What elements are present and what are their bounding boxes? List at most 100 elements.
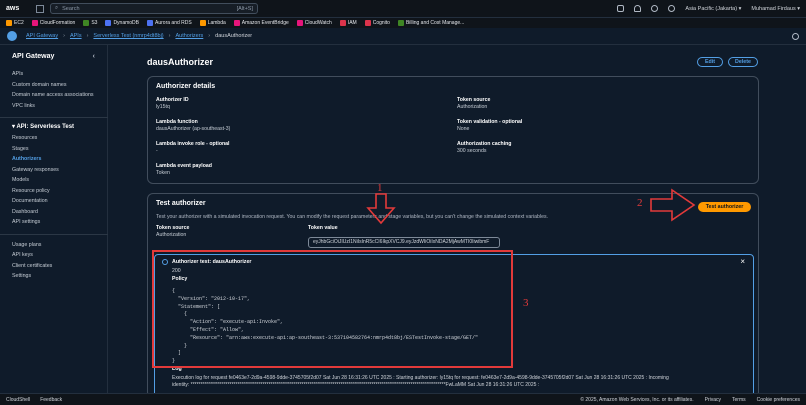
event-payload-label: Lambda event payload bbox=[156, 163, 212, 169]
service-icon bbox=[105, 20, 112, 26]
breadcrumb-api-gateway[interactable]: API Gateway bbox=[26, 33, 58, 39]
search-shortcut: [Alt+S] bbox=[236, 5, 253, 12]
cloudshell-icon[interactable] bbox=[617, 5, 625, 12]
delete-button[interactable]: Delete bbox=[728, 57, 758, 67]
favorite-item[interactable]: DynamoDB bbox=[105, 20, 139, 26]
help-icon[interactable] bbox=[651, 5, 659, 12]
sidebar-section-label: API: Serverless Test bbox=[16, 124, 75, 130]
service-icon bbox=[147, 20, 154, 26]
token-validation-label: Token validation - optional bbox=[457, 119, 523, 125]
annotation-number-2: 2 bbox=[637, 197, 643, 209]
settings-icon[interactable] bbox=[668, 5, 676, 12]
sidebar-item-vpc-links[interactable]: VPC links bbox=[12, 101, 95, 112]
service-icon bbox=[83, 20, 90, 26]
lambda-function-label: Lambda function bbox=[156, 119, 198, 125]
sidebar-item-resources[interactable]: Resources bbox=[12, 133, 95, 144]
sidebar-item-usage-plans[interactable]: Usage plans bbox=[12, 240, 95, 251]
breadcrumb-api[interactable]: Serverless Test (nmrp4dt8bj) bbox=[93, 33, 163, 39]
favorite-label: DynamoDB bbox=[113, 20, 140, 26]
sidebar-divider bbox=[0, 233, 108, 235]
sidebar-item-gateway-responses[interactable]: Gateway responses bbox=[12, 165, 95, 176]
caching-label: Authorization caching bbox=[457, 141, 512, 147]
region-selector[interactable]: Asia Pacific (Jakarta) ▾ bbox=[685, 6, 741, 12]
test-token-source-value: Authorization bbox=[156, 232, 187, 238]
services-menu-icon[interactable] bbox=[36, 4, 44, 13]
search-placeholder: Search bbox=[62, 5, 80, 12]
cloudshell-link[interactable]: CloudShell bbox=[6, 397, 30, 403]
favorite-item[interactable]: Amazon EventBridge bbox=[233, 20, 289, 26]
sidebar-section-title: ▾ API: Serverless Test bbox=[12, 124, 75, 130]
service-icon bbox=[364, 20, 371, 26]
privacy-link[interactable]: Privacy bbox=[705, 397, 721, 403]
sidebar-item-settings[interactable]: Settings bbox=[12, 271, 95, 282]
footer: CloudShell Feedback © 2025, Amazon Web S… bbox=[0, 393, 806, 405]
token-value-input[interactable]: eyJhbGciOiJIUzI1NiIsInR5cCI6IkpXVCJ9.eyJ… bbox=[308, 237, 500, 248]
invoke-role-value: - bbox=[156, 148, 158, 154]
breadcrumb-authorizers[interactable]: Authorizers bbox=[175, 33, 203, 39]
authorizer-id-value: ly15tq bbox=[156, 104, 170, 110]
sidebar-item-dashboard[interactable]: Dashboard bbox=[12, 207, 95, 218]
search-input[interactable]: ⌕ Search [Alt+S] bbox=[50, 3, 258, 14]
favorite-item[interactable]: EC2 bbox=[6, 20, 24, 26]
token-source-label: Token source bbox=[457, 97, 491, 103]
sidebar-item-client-certificates[interactable]: Client certificates bbox=[12, 261, 95, 272]
service-icon bbox=[31, 20, 38, 26]
annotation-arrow-down-icon bbox=[366, 193, 396, 225]
favorite-item[interactable]: Lambda bbox=[199, 20, 226, 26]
terms-link[interactable]: Terms bbox=[732, 397, 746, 403]
annotation-number-3: 3 bbox=[523, 297, 529, 309]
favorite-item[interactable]: IAM bbox=[339, 20, 357, 26]
collapse-sidebar-icon[interactable]: ‹ bbox=[93, 53, 95, 60]
sidebar-item-api-settings[interactable]: API settings bbox=[12, 217, 95, 228]
sidebar-item-domain-name-access-associations[interactable]: Domain name access associations bbox=[12, 90, 95, 101]
breadcrumb: API Gateway › APIs › Serverless Test (nm… bbox=[0, 28, 806, 45]
favorite-item[interactable]: Billing and Cost Manage... bbox=[397, 20, 465, 26]
close-icon[interactable]: × bbox=[740, 257, 745, 266]
aws-logo[interactable]: aws bbox=[6, 5, 36, 12]
sidebar-item-resource-policy[interactable]: Resource policy bbox=[12, 186, 95, 197]
favorite-label: Aurora and RDS bbox=[155, 20, 192, 26]
account-menu[interactable]: Muhamad Firdaus ▾ bbox=[751, 6, 800, 12]
favorite-item[interactable]: Aurora and RDS bbox=[147, 20, 192, 26]
service-icon bbox=[233, 20, 240, 26]
service-icon bbox=[397, 20, 404, 26]
token-value-label: Token value bbox=[308, 225, 338, 231]
favorite-label: Billing and Cost Manage... bbox=[405, 20, 465, 26]
cookie-preferences-link[interactable]: Cookie preferences bbox=[757, 397, 800, 403]
favorite-item[interactable]: Cognito bbox=[364, 20, 390, 26]
details-title: Authorizer details bbox=[156, 83, 216, 90]
favorite-label: Amazon EventBridge bbox=[241, 20, 289, 26]
service-icon bbox=[199, 20, 206, 26]
sidebar: API Gateway ‹ APIs Custom domain names Dom… bbox=[0, 45, 108, 393]
location-icon[interactable] bbox=[792, 32, 799, 40]
sidebar-item-stages[interactable]: Stages bbox=[12, 144, 95, 155]
event-payload-value: Token bbox=[156, 170, 170, 176]
sidebar-divider bbox=[0, 117, 108, 118]
notifications-icon[interactable] bbox=[634, 5, 642, 12]
favorite-label: S3 bbox=[91, 20, 98, 26]
feedback-link[interactable]: Feedback bbox=[40, 397, 62, 403]
test-authorizer-button[interactable]: Test authorizer bbox=[698, 202, 751, 212]
sidebar-item-documentation[interactable]: Documentation bbox=[12, 196, 95, 207]
favorite-label: CloudFormation bbox=[39, 20, 76, 26]
top-navigation-bar: aws ⌕ Search [Alt+S] Asia Pacific (Jakar… bbox=[0, 0, 806, 17]
favorites-bar: EC2 CloudFormation S3 DynamoDB Aurora and RD… bbox=[0, 17, 806, 28]
test-title: Test authorizer bbox=[156, 200, 206, 207]
annotation-box bbox=[152, 250, 513, 368]
sidebar-item-authorizers[interactable]: Authorizers bbox=[12, 154, 95, 165]
authorizer-details-panel: Authorizer details Authorizer ID ly15tq … bbox=[147, 76, 759, 184]
chevron-right-icon: › bbox=[168, 33, 171, 39]
sidebar-item-custom-domain-names[interactable]: Custom domain names bbox=[12, 80, 95, 91]
favorite-item[interactable]: CloudFormation bbox=[31, 20, 76, 26]
sidebar-item-models[interactable]: Models bbox=[12, 175, 95, 186]
favorite-label: Cognito bbox=[372, 20, 390, 26]
sidebar-item-api-keys[interactable]: API keys bbox=[12, 250, 95, 261]
favorite-item[interactable]: S3 bbox=[83, 20, 97, 26]
favorite-label: IAM bbox=[347, 20, 357, 26]
breadcrumb-apis[interactable]: APIs bbox=[70, 33, 82, 39]
edit-button[interactable]: Edit bbox=[697, 57, 723, 67]
favorite-item[interactable]: CloudWatch bbox=[296, 20, 332, 26]
sidebar-item-apis[interactable]: APIs bbox=[12, 69, 95, 80]
menu-icon[interactable] bbox=[7, 31, 17, 41]
test-description: Test your authorizer with a simulated in… bbox=[156, 214, 549, 220]
